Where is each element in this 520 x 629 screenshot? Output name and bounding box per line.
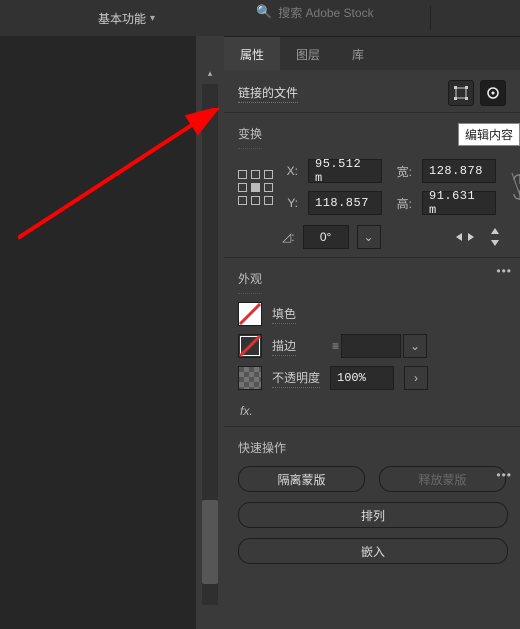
angle-icon: ◿: <box>282 230 295 244</box>
rotate-stepper[interactable]: ⌄ <box>357 225 381 249</box>
object-bounds-icon[interactable] <box>448 80 474 106</box>
w-label: 宽: <box>392 163 412 180</box>
divider <box>430 6 431 30</box>
x-field[interactable]: 95.512 m <box>308 159 382 183</box>
release-mask-button: 释放蒙版 <box>379 466 506 492</box>
scroll-track[interactable] <box>202 84 218 605</box>
chevron-down-icon: ▾ <box>150 13 155 24</box>
y-field[interactable]: 118.857 <box>308 191 382 215</box>
stroke-label: 描边 <box>272 337 296 356</box>
opacity-popup-button[interactable]: › <box>404 366 428 390</box>
scroll-thumb[interactable] <box>202 500 218 584</box>
workspace-switcher[interactable]: 基本功能 <box>98 10 146 27</box>
panel-menu-transform[interactable]: ••• <box>496 264 512 278</box>
opacity-label: 不透明度 <box>272 369 320 388</box>
embed-button[interactable]: 嵌入 <box>238 538 508 564</box>
h-field[interactable]: 91.631 m <box>422 191 496 215</box>
h-label: 高: <box>392 195 412 212</box>
stroke-weight-stepper[interactable]: ⌄ <box>403 334 427 358</box>
search-icon: 🔍 <box>256 4 272 20</box>
opacity-field[interactable]: 100% <box>330 366 394 390</box>
stroke-weight-field[interactable] <box>341 334 401 358</box>
target-icon <box>485 85 501 101</box>
stroke-swatch[interactable] <box>238 334 262 358</box>
tab-layers[interactable]: 图层 <box>280 37 336 71</box>
fill-swatch[interactable] <box>238 302 262 326</box>
adobe-stock-search[interactable]: 🔍 搜索 Adobe Stock <box>256 0 374 24</box>
opacity-swatch[interactable] <box>238 366 262 390</box>
tab-libraries[interactable]: 库 <box>336 37 380 71</box>
isolate-mask-button[interactable]: 隔离蒙版 <box>238 466 365 492</box>
reference-point-grid[interactable] <box>238 170 272 204</box>
rotate-field[interactable]: 0° <box>303 225 349 249</box>
arrange-button[interactable]: 排列 <box>238 502 508 528</box>
panel-menu-appearance[interactable]: ••• <box>496 468 512 482</box>
scroll-up-button[interactable]: ▴ <box>200 64 220 82</box>
linked-file-label[interactable]: 链接的文件 <box>238 84 298 103</box>
section-title-appearance: 外观 <box>238 266 262 294</box>
constrain-proportions-icon[interactable] <box>510 167 520 207</box>
vertical-scrollbar[interactable]: ▴ <box>196 36 225 629</box>
no-stroke-icon <box>239 335 261 357</box>
artboard-icon <box>453 85 469 101</box>
fx-label[interactable]: fx. <box>238 404 506 418</box>
fill-label: 填色 <box>272 305 296 324</box>
edit-contents-button[interactable] <box>480 80 506 106</box>
y-label: Y: <box>282 196 298 210</box>
flip-horizontal-button[interactable] <box>454 226 476 248</box>
x-label: X: <box>282 164 298 178</box>
section-title-quick-actions: 快速操作 <box>238 435 506 456</box>
stroke-weight-icon: ≡ <box>332 339 339 353</box>
no-fill-icon <box>239 303 261 325</box>
w-field[interactable]: 128.878 <box>422 159 496 183</box>
tab-properties[interactable]: 属性 <box>224 37 280 71</box>
section-title-transform: 变换 <box>238 121 262 149</box>
search-placeholder: 搜索 Adobe Stock <box>278 4 373 21</box>
tooltip-edit-contents: 编辑内容 <box>458 123 520 146</box>
flip-vertical-button[interactable] <box>484 226 506 248</box>
document-canvas[interactable] <box>0 36 197 629</box>
